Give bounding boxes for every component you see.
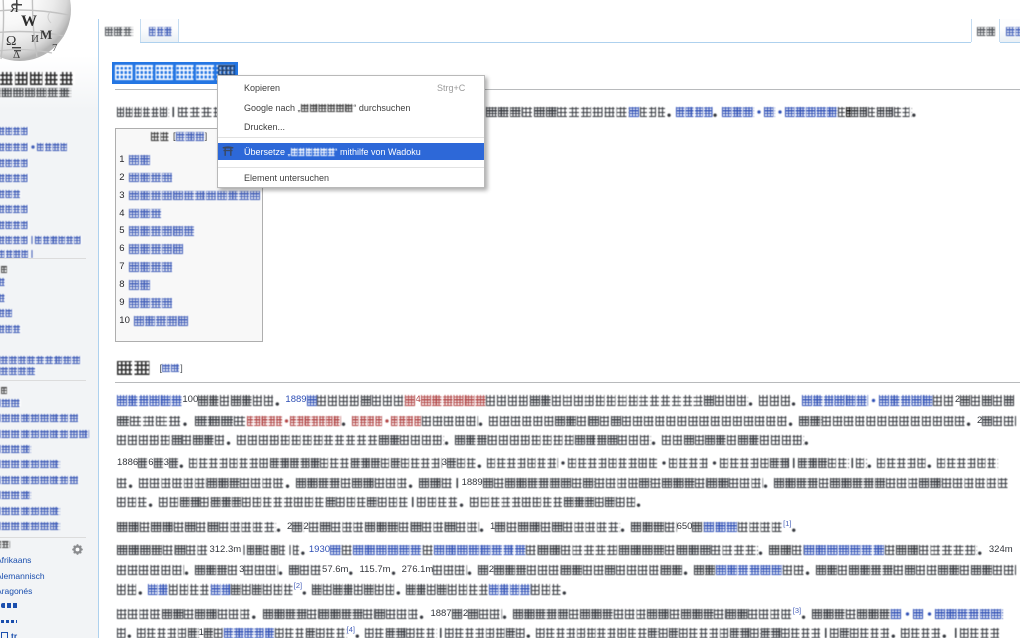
svg-text:W: W bbox=[21, 13, 37, 30]
svg-text:Я: Я bbox=[10, 0, 19, 15]
svg-text:Ω: Ω bbox=[6, 34, 16, 49]
svg-text:M: M bbox=[40, 27, 52, 42]
svg-text:7: 7 bbox=[52, 42, 58, 54]
svg-text:И: И bbox=[31, 33, 39, 45]
